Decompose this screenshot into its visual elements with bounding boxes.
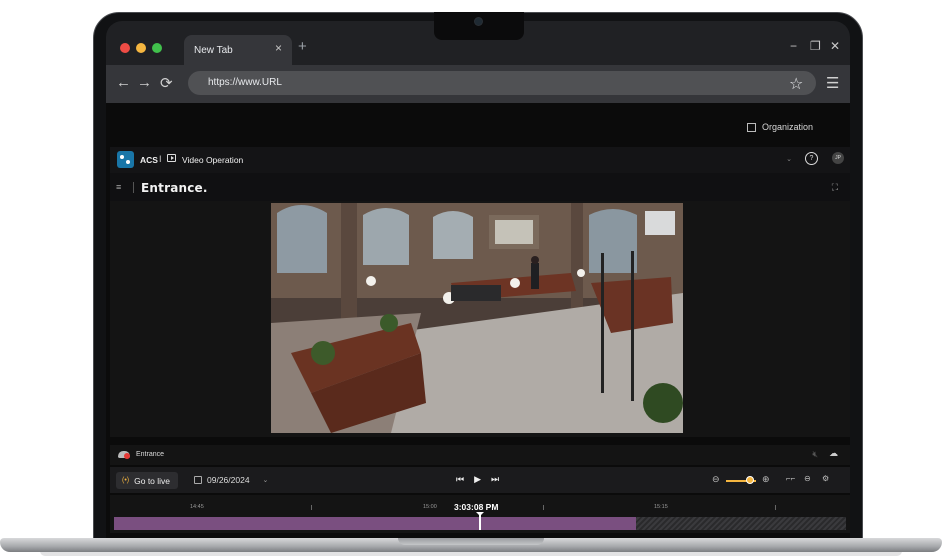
zoom-out-icon[interactable]: ⊖	[712, 474, 720, 485]
header-separator: I	[159, 154, 162, 164]
close-window-dot[interactable]	[120, 43, 130, 53]
tick-label: 14:45	[190, 504, 204, 510]
playhead[interactable]	[476, 512, 485, 530]
skip-forward-icon[interactable]: ⏭	[491, 474, 499, 485]
transport-controls: ⏮ ▶ ⏭	[456, 474, 499, 485]
minimize-button[interactable]: −	[790, 39, 797, 53]
video-operation-icon	[167, 154, 176, 162]
browser-tab[interactable]: New Tab ×	[184, 35, 292, 65]
url-field[interactable]: https://www.URL	[188, 71, 816, 95]
forward-button[interactable]: →	[137, 74, 152, 91]
video-area	[110, 201, 850, 437]
zoom-in-icon[interactable]: ⊕	[762, 474, 770, 485]
tick-mark	[775, 505, 776, 510]
acs-logo-icon	[117, 151, 134, 168]
laptop-screen: New Tab × + − ❐ ✕ ← → ⟳ https://www.URL …	[106, 21, 850, 541]
webcam-icon	[475, 18, 482, 25]
app-window: Organization ACS I Video Operation ⌄ ? J…	[106, 103, 850, 541]
tick-mark	[543, 505, 544, 510]
settings-gear-icon[interactable]: ⚙	[822, 474, 829, 483]
zoom-slider-handle[interactable]	[746, 476, 754, 484]
skip-back-icon[interactable]: ⏮	[456, 474, 464, 485]
help-icon[interactable]: ?	[805, 152, 818, 165]
fullscreen-icon[interactable]: ⛶	[832, 182, 838, 193]
recorded-segment[interactable]	[114, 517, 636, 530]
address-bar-row: ← → ⟳ https://www.URL ☆ ☰	[106, 65, 850, 103]
go-to-live-button[interactable]: (•) Go to live	[116, 472, 179, 489]
camera-name-label: Entrance	[136, 451, 165, 458]
live-broadcast-icon: (•)	[122, 477, 130, 484]
tick-mark	[311, 505, 312, 510]
bookmark-star-icon[interactable]: ☆	[789, 74, 803, 94]
cloud-offline-icon	[118, 451, 130, 459]
calendar-icon	[194, 476, 202, 484]
date-picker[interactable]: 09/26/2024 ⌄	[194, 475, 268, 485]
playback-controls: (•) Go to live 09/26/2024 ⌄ ⏮ ▶ ⏭ ⊖ ⊕ ⌐⌐	[110, 467, 850, 493]
chevron-down-icon: ⌄	[262, 477, 269, 484]
lobby-scene-image	[271, 203, 683, 433]
date-value: 09/26/2024	[207, 475, 250, 485]
title-divider	[133, 182, 134, 193]
speaker-muted-icon[interactable]: 🔇︎	[812, 449, 818, 460]
section-title: Video Operation	[182, 155, 244, 165]
play-icon[interactable]: ▶	[474, 474, 481, 485]
camera-title: Entrance.	[141, 181, 208, 195]
building-icon	[746, 122, 756, 132]
restore-button[interactable]: ❐	[810, 39, 821, 53]
new-tab-button[interactable]: +	[298, 38, 307, 55]
tick-label: 15:15	[654, 504, 668, 510]
export-clip-icon[interactable]: ⌐⌐	[786, 474, 795, 483]
minimize-window-dot[interactable]	[136, 43, 146, 53]
maximize-window-dot[interactable]	[152, 43, 162, 53]
back-button[interactable]: ←	[116, 74, 131, 91]
webcam-notch	[434, 12, 524, 40]
browser-menu-icon[interactable]: ☰	[826, 74, 839, 92]
camera-title-row: ≡ Entrance. ⛶	[110, 173, 850, 201]
organization-switcher[interactable]: Organization	[746, 122, 813, 132]
laptop-lid: New Tab × + − ❐ ✕ ← → ⟳ https://www.URL …	[93, 12, 863, 542]
link-icon[interactable]: ⊖	[804, 474, 811, 483]
avatar[interactable]: JP	[832, 152, 844, 164]
tab-title: New Tab	[194, 45, 233, 56]
laptop-base-notch	[398, 538, 544, 545]
app-header: ACS I Video Operation ⌄ ? JP	[110, 147, 850, 173]
camera-list-toggle-icon[interactable]: ≡	[116, 182, 121, 192]
organization-label: Organization	[761, 122, 813, 132]
cloud-lock-icon[interactable]: ☁	[829, 448, 838, 459]
camera-video-feed[interactable]	[271, 203, 683, 433]
close-button[interactable]: ✕	[830, 39, 840, 53]
product-name: ACS	[140, 155, 158, 165]
current-time-label: 3:03:08 PM	[454, 502, 499, 512]
camera-status-row: Entrance 🔇︎ ☁	[110, 445, 850, 465]
timeline[interactable]: 14:45 15:00 3:03:08 PM 15:15	[110, 495, 850, 533]
go-to-live-label: Go to live	[134, 475, 171, 486]
timeline-track[interactable]	[114, 512, 846, 530]
reload-button[interactable]: ⟳	[160, 74, 173, 92]
chevron-down-icon[interactable]: ⌄	[786, 155, 792, 163]
tick-label: 15:00	[423, 504, 437, 510]
tab-close-icon[interactable]: ×	[275, 41, 282, 55]
